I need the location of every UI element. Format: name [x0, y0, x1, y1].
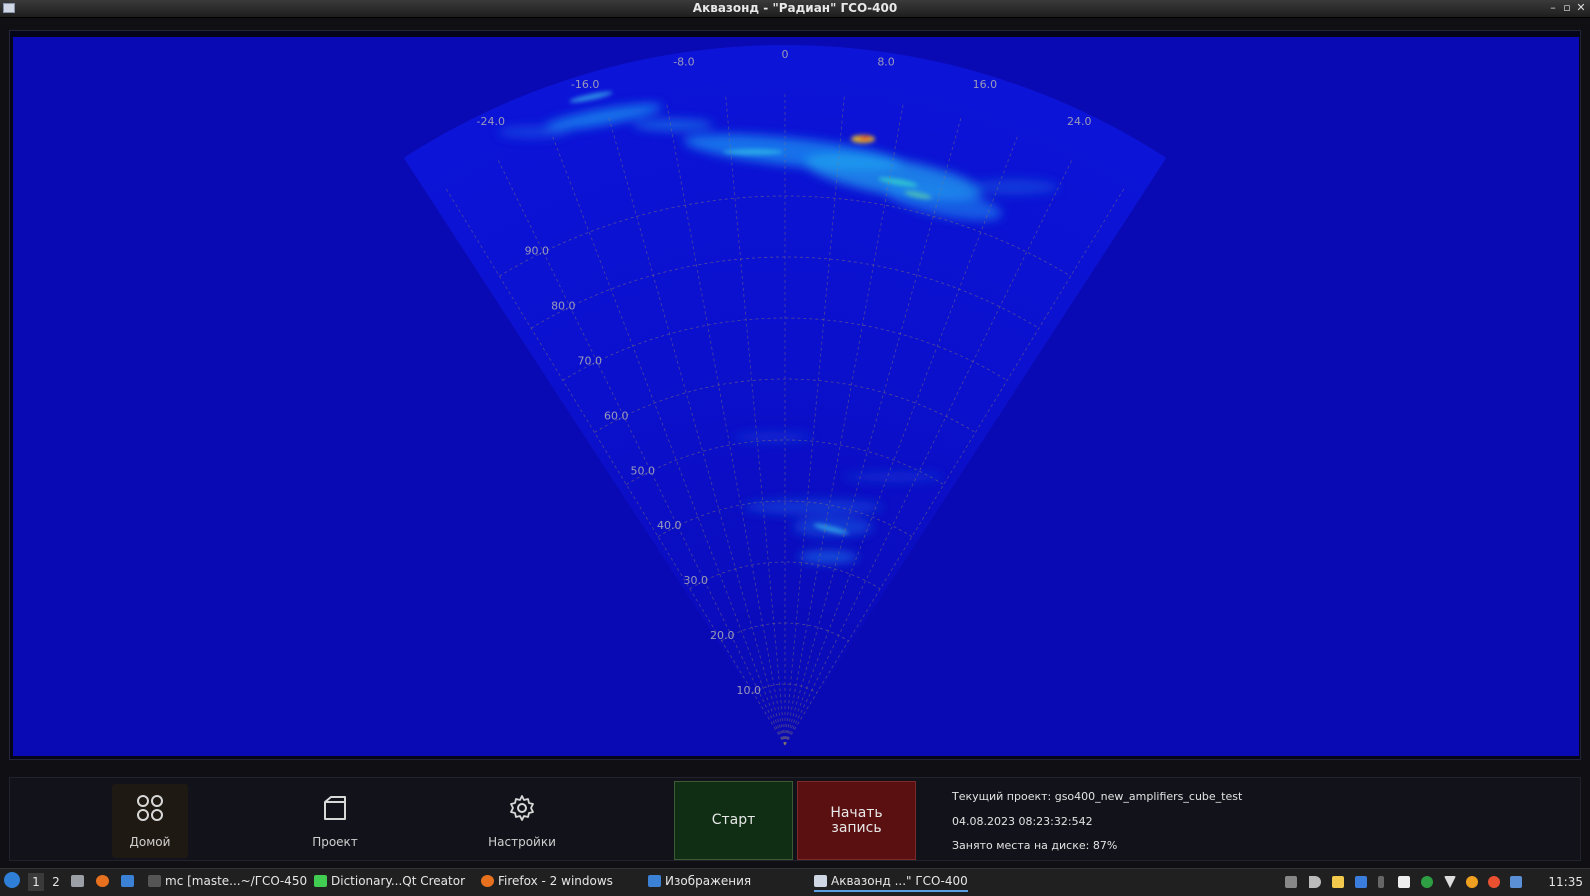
firefox-launcher-icon[interactable]: [96, 874, 113, 888]
start-menu-icon[interactable]: [4, 872, 24, 889]
task-mc[interactable]: mc [maste...~/ГСО-450: [148, 874, 307, 888]
bearing-label: -24.0: [477, 115, 505, 128]
task-images[interactable]: Изображения: [648, 874, 751, 888]
range-label: 10.0: [737, 684, 762, 697]
start-label: Старт: [711, 812, 756, 828]
folder-icon: [648, 875, 661, 887]
home-button[interactable]: Домой: [112, 784, 188, 858]
current-project-text: Текущий проект: gso400_new_amplifiers_cu…: [952, 790, 1243, 803]
task-akvazond[interactable]: Аквазонд ..." ГСО-400: [814, 874, 968, 892]
bearing-label: -8.0: [673, 56, 694, 69]
firefox-icon: [481, 875, 494, 887]
task-firefox-label: Firefox - 2 windows: [498, 874, 613, 888]
bluetooth-off-tray-icon[interactable]: [1378, 876, 1384, 888]
bearing-label: 8.0: [877, 56, 895, 69]
file-manager-launcher-icon[interactable]: [71, 874, 88, 888]
bearing-label: -16.0: [571, 78, 599, 91]
range-label: 20.0: [710, 629, 735, 642]
power-tray-icon[interactable]: [1488, 876, 1500, 888]
gear-icon: [510, 795, 534, 821]
range-label: 50.0: [631, 464, 656, 477]
qt-icon: [314, 875, 327, 887]
network-tray-icon[interactable]: [1444, 876, 1456, 888]
bearing-label: 16.0: [973, 78, 998, 91]
task-qt-label: Dictionary...Qt Creator: [331, 874, 466, 888]
record-label-line2: запись: [831, 819, 882, 836]
close-icon[interactable]: ✕: [1575, 1, 1587, 14]
bluetooth-tray-icon[interactable]: [1355, 876, 1367, 888]
range-label: 70.0: [578, 354, 603, 367]
bearing-label: 24.0: [1067, 115, 1092, 128]
folder-icon: [324, 796, 346, 820]
terminal-icon: [148, 875, 161, 887]
sonar-display[interactable]: 10.0 20.0 30.0 40.0 50.0 60.0 70.0 80.0 90.0 -24.…: [13, 37, 1579, 756]
start-button[interactable]: Старт: [674, 781, 793, 860]
datetime-text: 04.08.2023 08:23:32:542: [952, 815, 1093, 828]
range-label: 90.0: [525, 244, 550, 257]
notes-tray-icon[interactable]: [1332, 876, 1344, 888]
settings-label: Настройки: [488, 835, 556, 849]
workspace-2[interactable]: 2: [48, 873, 64, 891]
task-images-label: Изображения: [665, 874, 752, 888]
workspace-1[interactable]: 1: [28, 873, 44, 891]
clock: 11:35: [1548, 875, 1583, 889]
range-label: 80.0: [551, 299, 576, 312]
minimize-icon[interactable]: –: [1547, 1, 1559, 14]
home-label: Домой: [129, 835, 171, 849]
window-titlebar: Аквазонд - "Радиан" ГСО-400 – ▫ ✕: [0, 0, 1590, 18]
clipboard-tray-icon[interactable]: [1285, 876, 1297, 888]
record-label-line1: Начать: [830, 804, 883, 821]
maximize-icon[interactable]: ▫: [1561, 1, 1573, 14]
sync-tray-icon[interactable]: [1421, 876, 1433, 888]
taskbar: 1 2 mc [maste...~/ГСО-450 Dictionary...Q…: [0, 868, 1590, 896]
document-tray-icon[interactable]: [1398, 876, 1410, 888]
task-akvazond-label: Аквазонд ..." ГСО-400: [831, 874, 968, 888]
disk-usage-text: Занято места на диске: 87%: [952, 839, 1118, 852]
settings-button[interactable]: Настройки: [484, 784, 560, 858]
window-title: Аквазонд - "Радиан" ГСО-400: [692, 1, 898, 15]
task-mc-label: mc [maste...~/ГСО-450: [165, 874, 308, 888]
record-label: Начать запись: [830, 804, 883, 836]
control-panel: Домой Проект Настройки: [9, 777, 1581, 861]
range-label: 40.0: [657, 519, 682, 532]
volume-tray-icon[interactable]: [1309, 876, 1321, 888]
home-grid-icon: [137, 795, 163, 821]
update-tray-icon[interactable]: [1466, 876, 1478, 888]
range-label: 60.0: [604, 409, 629, 422]
window-icon: [814, 875, 827, 887]
desktop-launcher-icon[interactable]: [121, 874, 138, 888]
project-label: Проект: [312, 835, 358, 849]
project-button[interactable]: Проект: [297, 784, 373, 858]
notification-tray-icon[interactable]: [1510, 876, 1522, 888]
bearing-label: 0: [782, 48, 789, 61]
task-qt-creator[interactable]: Dictionary...Qt Creator: [314, 874, 465, 888]
start-recording-button[interactable]: Начать запись: [797, 781, 916, 860]
range-label: 30.0: [684, 574, 709, 587]
task-firefox[interactable]: Firefox - 2 windows: [481, 874, 613, 888]
